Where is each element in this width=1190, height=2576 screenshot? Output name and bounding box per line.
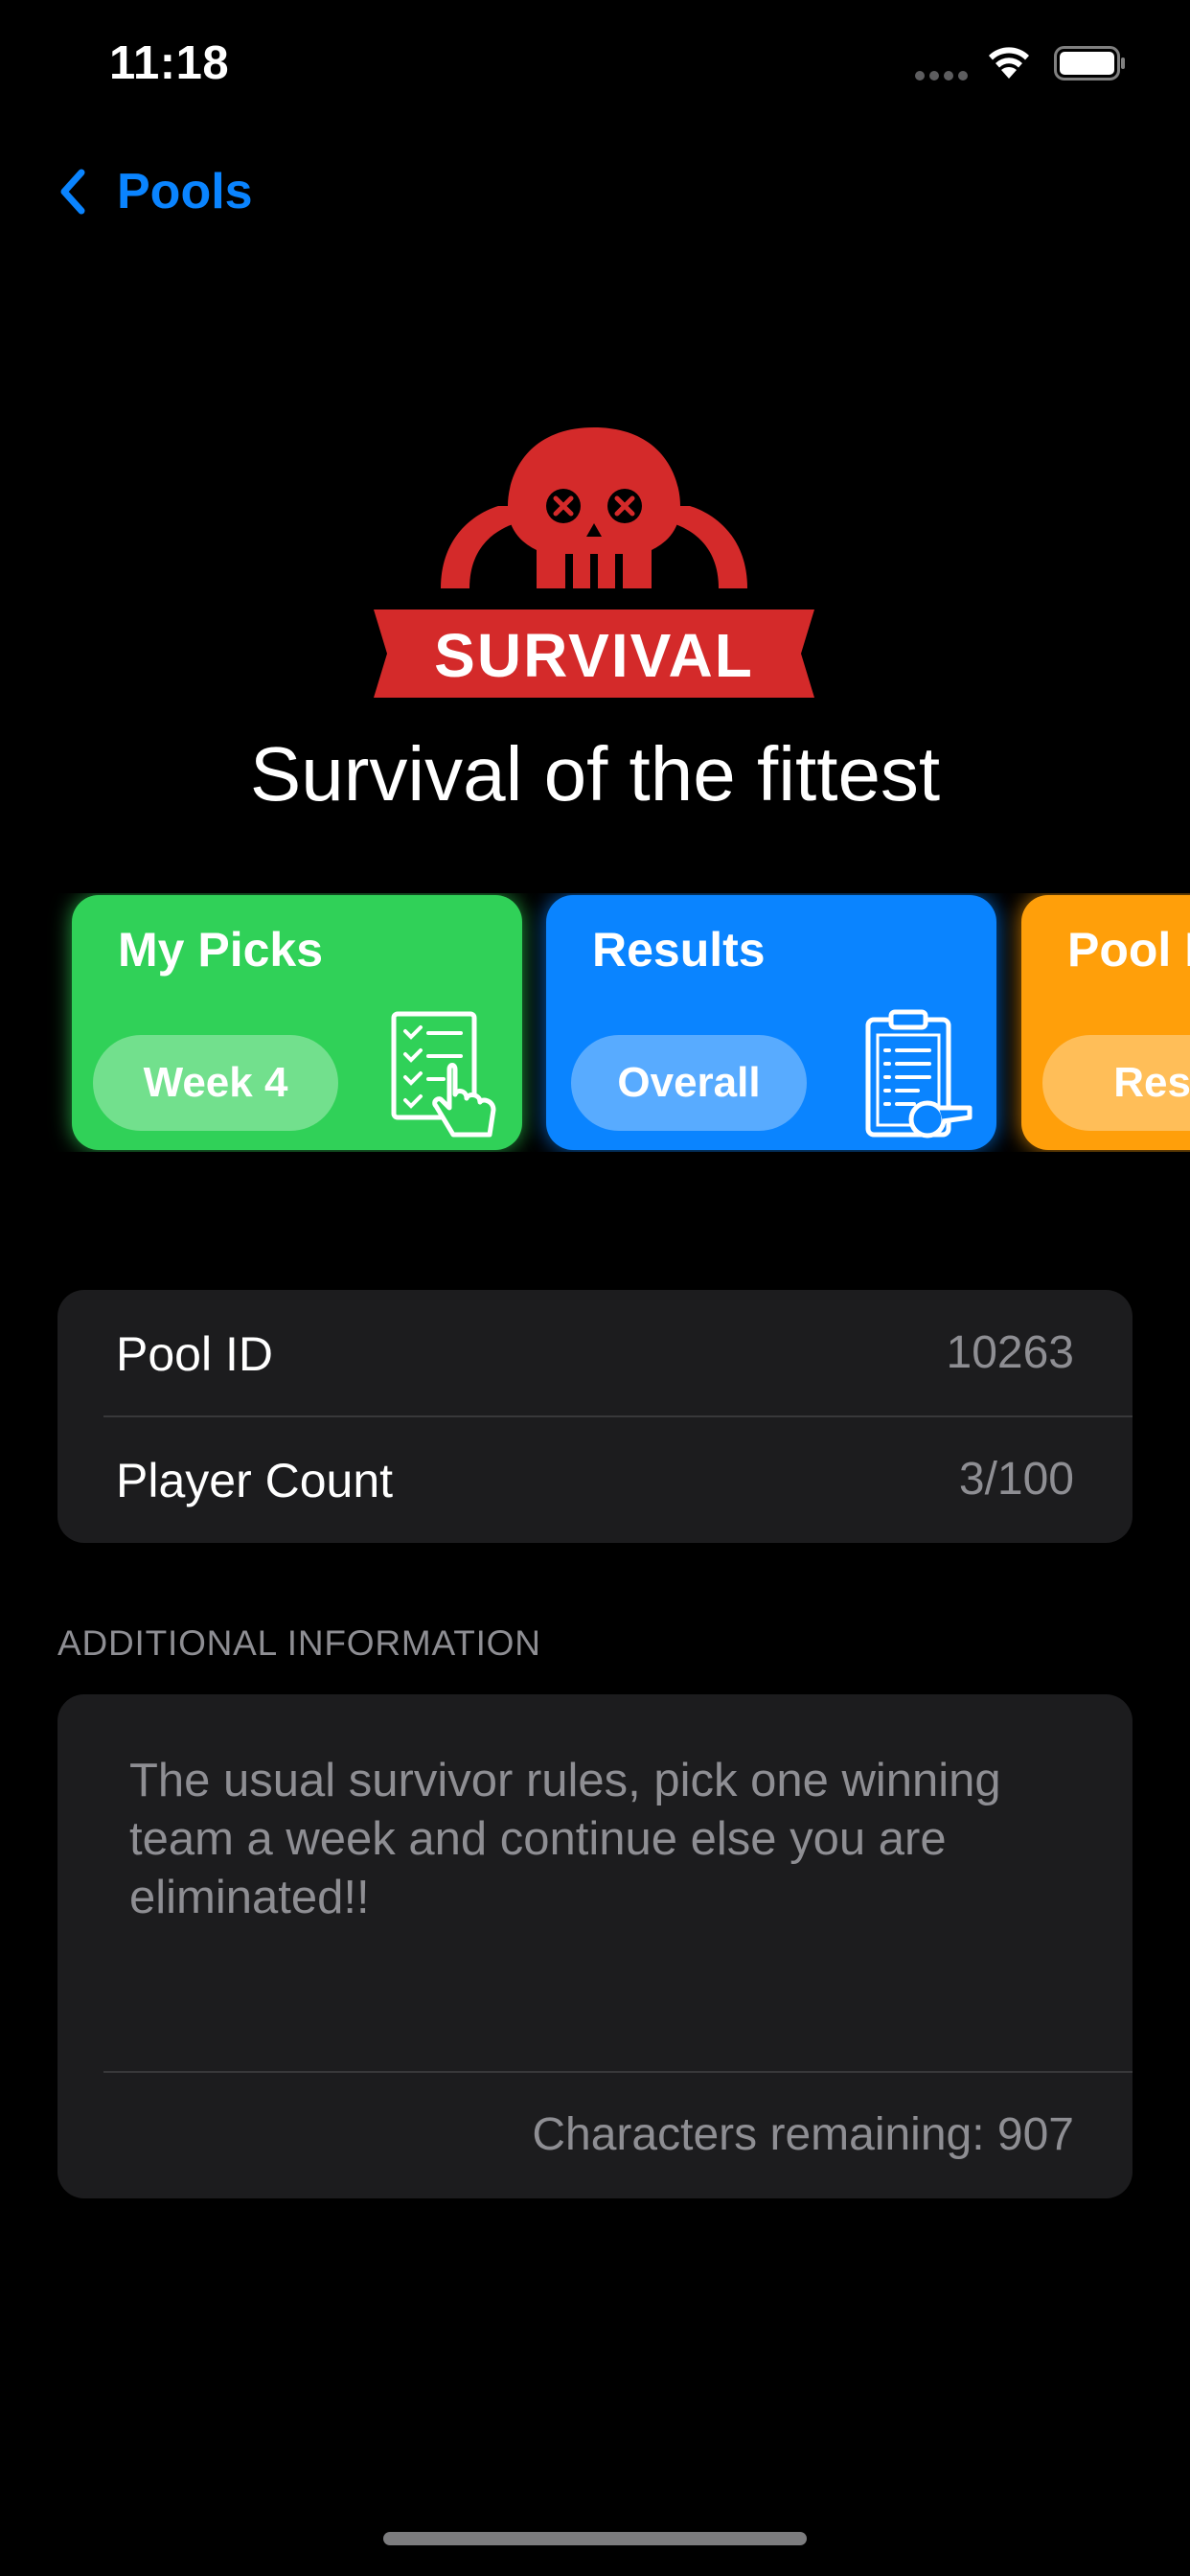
back-button-label: Pools: [117, 164, 253, 219]
player-count-row: Player Count 3/100: [57, 1416, 1133, 1543]
pool-id-value: 10263: [946, 1327, 1074, 1378]
pool-info-card[interactable]: Pool I Resu: [1021, 895, 1190, 1150]
player-count-label: Player Count: [116, 1454, 394, 1507]
back-button[interactable]: Pools: [56, 161, 253, 222]
characters-remaining: Characters remaining: 907: [532, 2109, 1074, 2160]
home-indicator[interactable]: [383, 2532, 807, 2545]
pool-info-title: Pool I: [1067, 923, 1190, 977]
additional-info-group: The usual survivor rules, pick one winni…: [57, 1694, 1133, 2198]
wifi-icon: [989, 47, 1029, 79]
results-card[interactable]: Results Overall: [546, 895, 996, 1150]
clipboard-whistle-icon: [865, 1009, 973, 1138]
logo-text: SURVIVAL: [434, 621, 754, 690]
battery-icon: [1054, 46, 1125, 80]
survival-skull-logo: SURVIVAL: [374, 427, 814, 698]
pool-results-pill-button[interactable]: Resu: [1042, 1035, 1190, 1131]
pool-details-group: Pool ID 10263 Player Count 3/100: [57, 1290, 1133, 1543]
results-title: Results: [592, 923, 766, 977]
checklist-tap-icon: [391, 1011, 496, 1138]
week-pill-button[interactable]: Week 4: [93, 1035, 338, 1131]
action-cards-scroller[interactable]: My Picks Week 4 Results Overall Pool I R…: [0, 893, 1190, 1152]
my-picks-card[interactable]: My Picks Week 4: [72, 895, 522, 1150]
additional-info-header: ADDITIONAL INFORMATION: [57, 1623, 541, 1663]
my-picks-title: My Picks: [118, 923, 324, 977]
pool-title: Survival of the fittest: [249, 731, 941, 816]
status-time: 11:18: [109, 37, 230, 89]
player-count-value: 3/100: [958, 1454, 1074, 1505]
overall-pill-button[interactable]: Overall: [571, 1035, 807, 1131]
chevron-left-icon: [60, 169, 85, 215]
status-bar: 11:18: [0, 0, 1190, 134]
additional-info-text[interactable]: The usual survivor rules, pick one winni…: [129, 1752, 1087, 1927]
notes-separator: [103, 2071, 1133, 2073]
pool-id-row: Pool ID 10263: [57, 1290, 1133, 1417]
cellular-signal-icon: [915, 71, 969, 82]
pool-id-label: Pool ID: [116, 1327, 273, 1381]
